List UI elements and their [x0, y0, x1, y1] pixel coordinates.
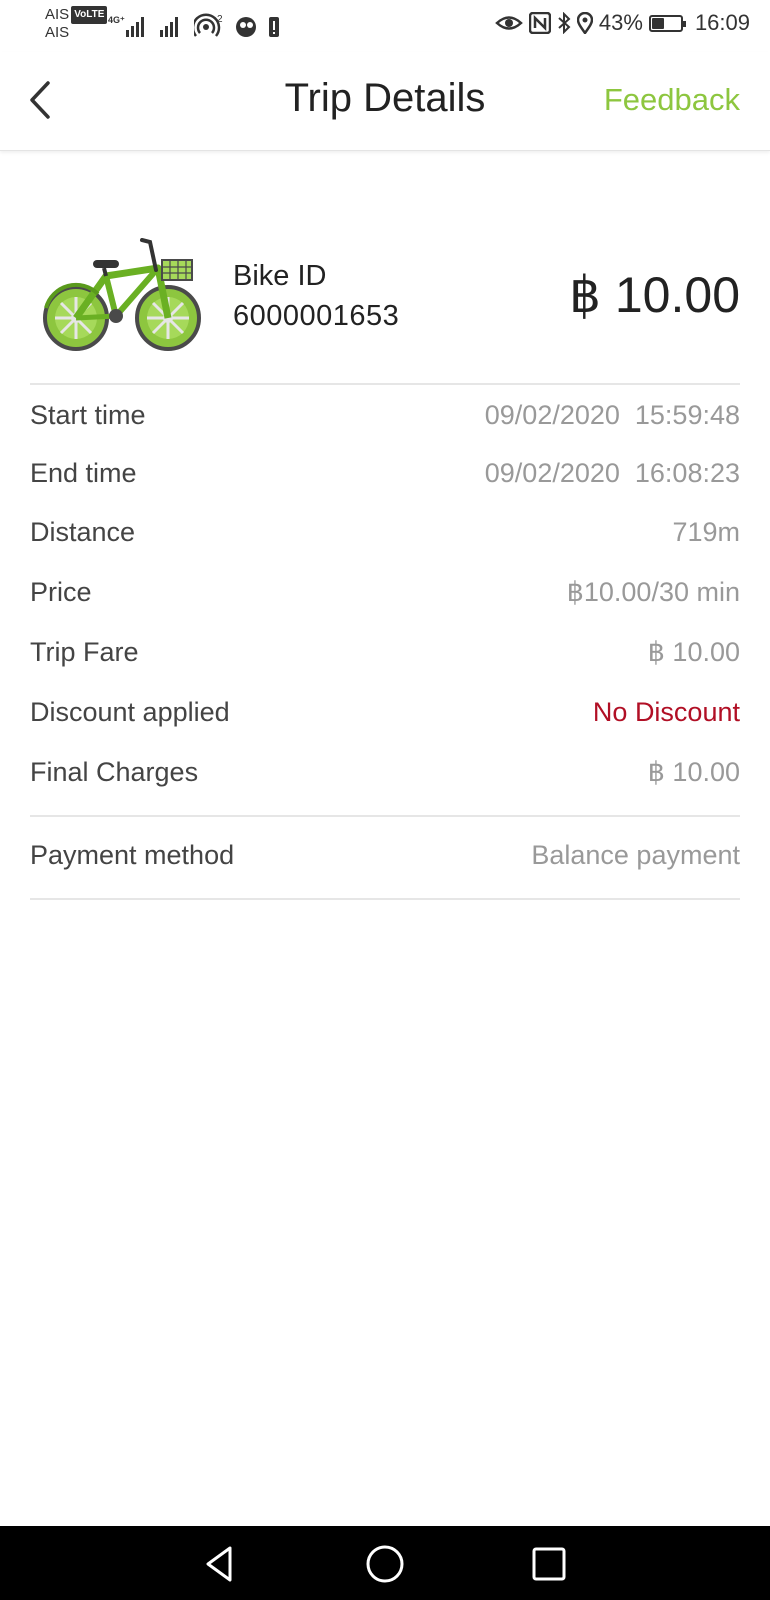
signal-4g-icon: 4G⁺: [108, 15, 144, 37]
detail-row-trip-fare: Trip Fare ฿ 10.00: [30, 637, 740, 677]
detail-label: Price: [30, 577, 92, 607]
detail-value: ฿ 10.00: [647, 757, 740, 787]
discount-value: No Discount: [592, 697, 740, 727]
divider: [30, 898, 740, 900]
payment-method-row: Payment method Balance payment: [30, 840, 740, 880]
trip-total: ฿ 10.00: [569, 267, 740, 323]
battery-alert-icon: [269, 17, 279, 37]
detail-row-final-charges: Final Charges ฿ 10.00: [30, 757, 740, 797]
app-notification-icon: [236, 17, 256, 37]
payment-method-value: Balance payment: [531, 840, 740, 870]
detail-row-start-time: Start time 09/02/2020 15:59:48: [30, 400, 740, 440]
status-left-icons: 4G⁺ 2: [108, 12, 280, 40]
svg-text:4G⁺: 4G⁺: [108, 15, 125, 25]
detail-label: Discount applied: [30, 697, 230, 727]
bicycle-icon: [43, 238, 201, 351]
detail-value: ฿10.00/30 min: [566, 577, 740, 607]
nfc-icon: [528, 12, 551, 34]
detail-label: Start time: [30, 400, 146, 430]
detail-label: Distance: [30, 517, 136, 547]
battery-icon: [648, 14, 686, 32]
detail-value: 719m: [672, 517, 740, 547]
location-icon: [576, 12, 593, 34]
detail-row-distance: Distance 719m: [30, 517, 740, 557]
divider: [30, 815, 740, 817]
app-header: Trip Details Feedback: [0, 52, 770, 151]
detail-value: 09/02/2020 16:08:23: [484, 458, 740, 488]
detail-row-price: Price ฿10.00/30 min: [30, 577, 740, 617]
eye-icon: [495, 16, 523, 30]
detail-label: Trip Fare: [30, 637, 139, 667]
volte-badge: VoLTE: [71, 6, 108, 25]
nav-recents-button[interactable]: [527, 1542, 571, 1586]
carrier-top: AIS: [45, 6, 70, 23]
signal-bars-icon: [160, 17, 178, 37]
circle-home-icon: [366, 1545, 404, 1583]
detail-label: End time: [30, 458, 137, 488]
carrier-bottom: AIS: [45, 24, 70, 42]
battery-percent: 43%: [598, 10, 643, 35]
detail-value: 09/02/2020 15:59:48: [484, 400, 740, 430]
detail-row-discount: Discount applied No Discount: [30, 697, 740, 737]
svg-text:2: 2: [217, 14, 223, 25]
carrier-info: AIS VoLTE AIS: [45, 6, 108, 42]
detail-label: Final Charges: [30, 757, 199, 787]
divider: [30, 383, 740, 385]
system-nav-bar: [0, 1526, 770, 1600]
bike-id-value: 6000001653: [233, 300, 400, 332]
triangle-back-icon: [206, 1546, 232, 1582]
hotspot-icon: 2: [194, 13, 223, 37]
bike-id-label: Bike ID: [233, 260, 327, 292]
trip-summary: Bike ID 6000001653 ฿ 10.00: [30, 238, 740, 358]
status-bar: AIS VoLTE AIS 4G⁺ 2 43% 16:09: [0, 0, 770, 52]
feedback-link[interactable]: Feedback: [604, 82, 740, 118]
bluetooth-icon: [558, 12, 571, 34]
square-recents-icon: [532, 1547, 566, 1581]
detail-row-end-time: End time 09/02/2020 16:08:23: [30, 458, 740, 498]
nav-home-button[interactable]: [363, 1542, 407, 1586]
nav-back-button[interactable]: [198, 1542, 242, 1586]
status-right: 43% 16:09: [495, 10, 750, 36]
payment-method-label: Payment method: [30, 840, 235, 870]
detail-value: ฿ 10.00: [647, 637, 740, 667]
clock: 16:09: [694, 10, 750, 35]
